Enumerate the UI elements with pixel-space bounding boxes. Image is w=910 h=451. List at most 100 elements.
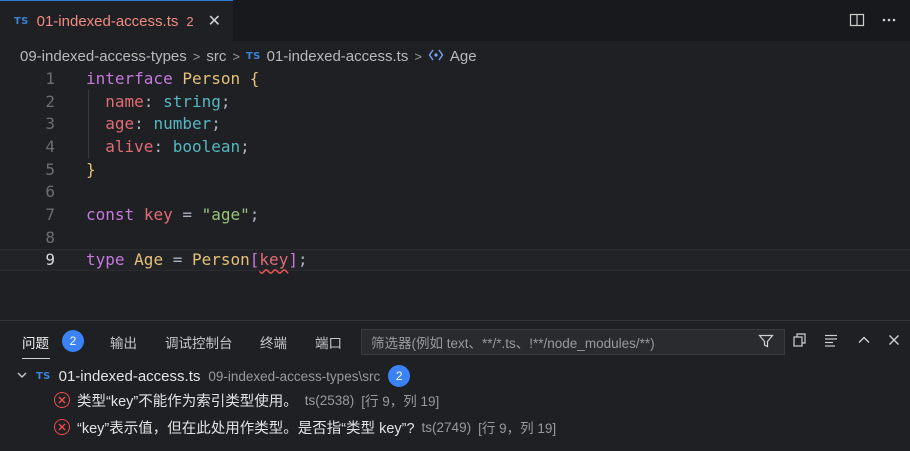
tab-terminal[interactable]: 终端 [260, 332, 287, 352]
code-text: interface Person { [86, 69, 259, 88]
code-token: type [86, 250, 125, 270]
filter-placeholder: 筛选器(例如 text、**/*.ts、!**/node_modules/**) [371, 336, 655, 351]
more-actions-icon[interactable] [880, 11, 898, 29]
code-token: const [86, 205, 135, 225]
editor-tab[interactable]: TS 01-indexed-access.ts 2 ✕ [0, 0, 234, 41]
code-token: number [153, 114, 212, 134]
close-icon[interactable]: ✕ [208, 11, 221, 31]
tab-title: 01-indexed-access.ts [36, 12, 179, 30]
error-icon [54, 392, 70, 408]
breadcrumb-subfolder[interactable]: src [206, 48, 226, 65]
code-text: type Age = Person[key]; [86, 250, 308, 269]
code-line[interactable]: 9 type Age = Person[key]; [0, 248, 910, 272]
line-number: 2 [45, 91, 55, 111]
chevron-up-icon[interactable] [856, 332, 872, 352]
problem-item[interactable]: 类型“key”不能作为索引类型使用。 ts(2538) [行 9，列 19] [54, 389, 439, 411]
code-line[interactable]: 8 [0, 226, 910, 249]
typescript-file-icon: TS [245, 50, 261, 62]
code-editor[interactable]: 1 interface Person {2 name: string; 3 age:… [0, 67, 910, 320]
code-token: ] [288, 250, 298, 270]
code-token: Person [191, 250, 250, 270]
line-number: 9 [45, 250, 55, 270]
tab-problems-label: 问题 [22, 336, 49, 351]
problem-item[interactable]: “key”表示值，但在此处用作类型。是否指“类型 key”? ts(2749) … [54, 416, 556, 438]
problem-source: ts(2538) [304, 392, 355, 408]
problem-group-path: 09-indexed-access-types\src [208, 368, 381, 384]
tab-problems[interactable]: 问题 [22, 332, 49, 352]
problem-message: “key”表示值，但在此处用作类型。是否指“类型 key”? [77, 420, 415, 437]
tab-ports[interactable]: 端口 [315, 332, 342, 352]
problem-group-file: 01-indexed-access.ts [58, 367, 201, 385]
code-token: name [105, 91, 144, 111]
tab-debug-console[interactable]: 调试控制台 [165, 332, 233, 352]
code-text: age: number; [86, 114, 221, 133]
code-token: [ [249, 250, 260, 270]
code-token: = [172, 205, 202, 225]
code-line[interactable]: 2 name: string; [0, 90, 910, 113]
line-number: 7 [45, 205, 55, 225]
problems-panel: 问题 2 输出 调试控制台 终端 端口 筛选器(例如 text、**/*.ts、… [0, 320, 910, 451]
problem-message: 类型“key”不能作为索引类型使用。 [77, 393, 298, 410]
tab-output[interactable]: 输出 [110, 332, 137, 352]
breadcrumb-file[interactable]: 01-indexed-access.ts [267, 48, 409, 65]
code-line[interactable]: 7 const key = "age"; [0, 203, 910, 226]
code-text: name: string; [86, 91, 231, 111]
line-number: 3 [45, 114, 55, 134]
code-line[interactable]: 6 [0, 181, 910, 204]
code-token: key [259, 250, 289, 270]
list-view-icon[interactable] [823, 332, 839, 352]
breadcrumb-symbol[interactable]: Age [450, 48, 477, 65]
code-token: alive [105, 136, 154, 156]
code-token: } [86, 159, 96, 179]
line-number: 1 [45, 68, 55, 88]
filter-icon[interactable] [758, 333, 774, 353]
copy-icon[interactable] [792, 332, 808, 352]
code-token: ; [240, 136, 250, 156]
tab-actions [848, 11, 898, 29]
chevron-right-icon: > [232, 48, 240, 64]
type-symbol-icon [428, 48, 444, 65]
close-panel-icon[interactable] [886, 332, 902, 352]
problem-location: [行 9，列 19] [361, 394, 440, 409]
code-token: ; [220, 91, 231, 111]
line-number: 8 [45, 227, 55, 247]
active-tab-indicator [22, 358, 50, 359]
code-text: const key = "age"; [86, 205, 259, 224]
problem-group-count-badge: 2 [388, 365, 411, 387]
typescript-file-icon: TS [36, 370, 51, 382]
code-token: Age [134, 250, 164, 270]
code-line[interactable]: 4 alive: boolean; [0, 135, 910, 158]
code-token: "age" [201, 205, 250, 225]
line-number: 4 [45, 136, 55, 156]
typescript-file-icon: TS [14, 15, 29, 27]
problems-filter-input[interactable]: 筛选器(例如 text、**/*.ts、!**/node_modules/**) [361, 329, 785, 355]
problems-count-badge: 2 [62, 330, 84, 352]
code-token: interface [86, 68, 173, 88]
code-token: { [249, 68, 260, 88]
code-line[interactable]: 5} [0, 158, 910, 181]
code-token: boolean [172, 136, 241, 156]
code-line[interactable]: 3 age: number; [0, 112, 910, 135]
chevron-right-icon: > [192, 48, 201, 64]
chevron-down-icon[interactable] [16, 369, 28, 384]
code-token: key [143, 205, 173, 225]
code-token: age [105, 114, 135, 134]
line-number: 6 [45, 182, 55, 202]
breadcrumb-folder[interactable]: 09-indexed-access-types [20, 48, 187, 65]
panel-tab-bar: 问题 2 输出 调试控制台 终端 端口 筛选器(例如 text、**/*.ts、… [0, 321, 910, 361]
code-token: : [153, 136, 173, 156]
tab-problem-count: 2 [186, 13, 194, 29]
line-number: 5 [45, 159, 55, 179]
code-token: ; [249, 205, 260, 225]
problem-group-header[interactable]: TS 01-indexed-access.ts 09-indexed-acces… [16, 365, 411, 387]
split-editor-icon[interactable] [848, 11, 866, 29]
chevron-right-icon: > [414, 48, 422, 64]
breadcrumb: 09-indexed-access-types > src > TS 01-in… [20, 46, 477, 66]
code-line[interactable]: 1 interface Person { [0, 67, 910, 90]
